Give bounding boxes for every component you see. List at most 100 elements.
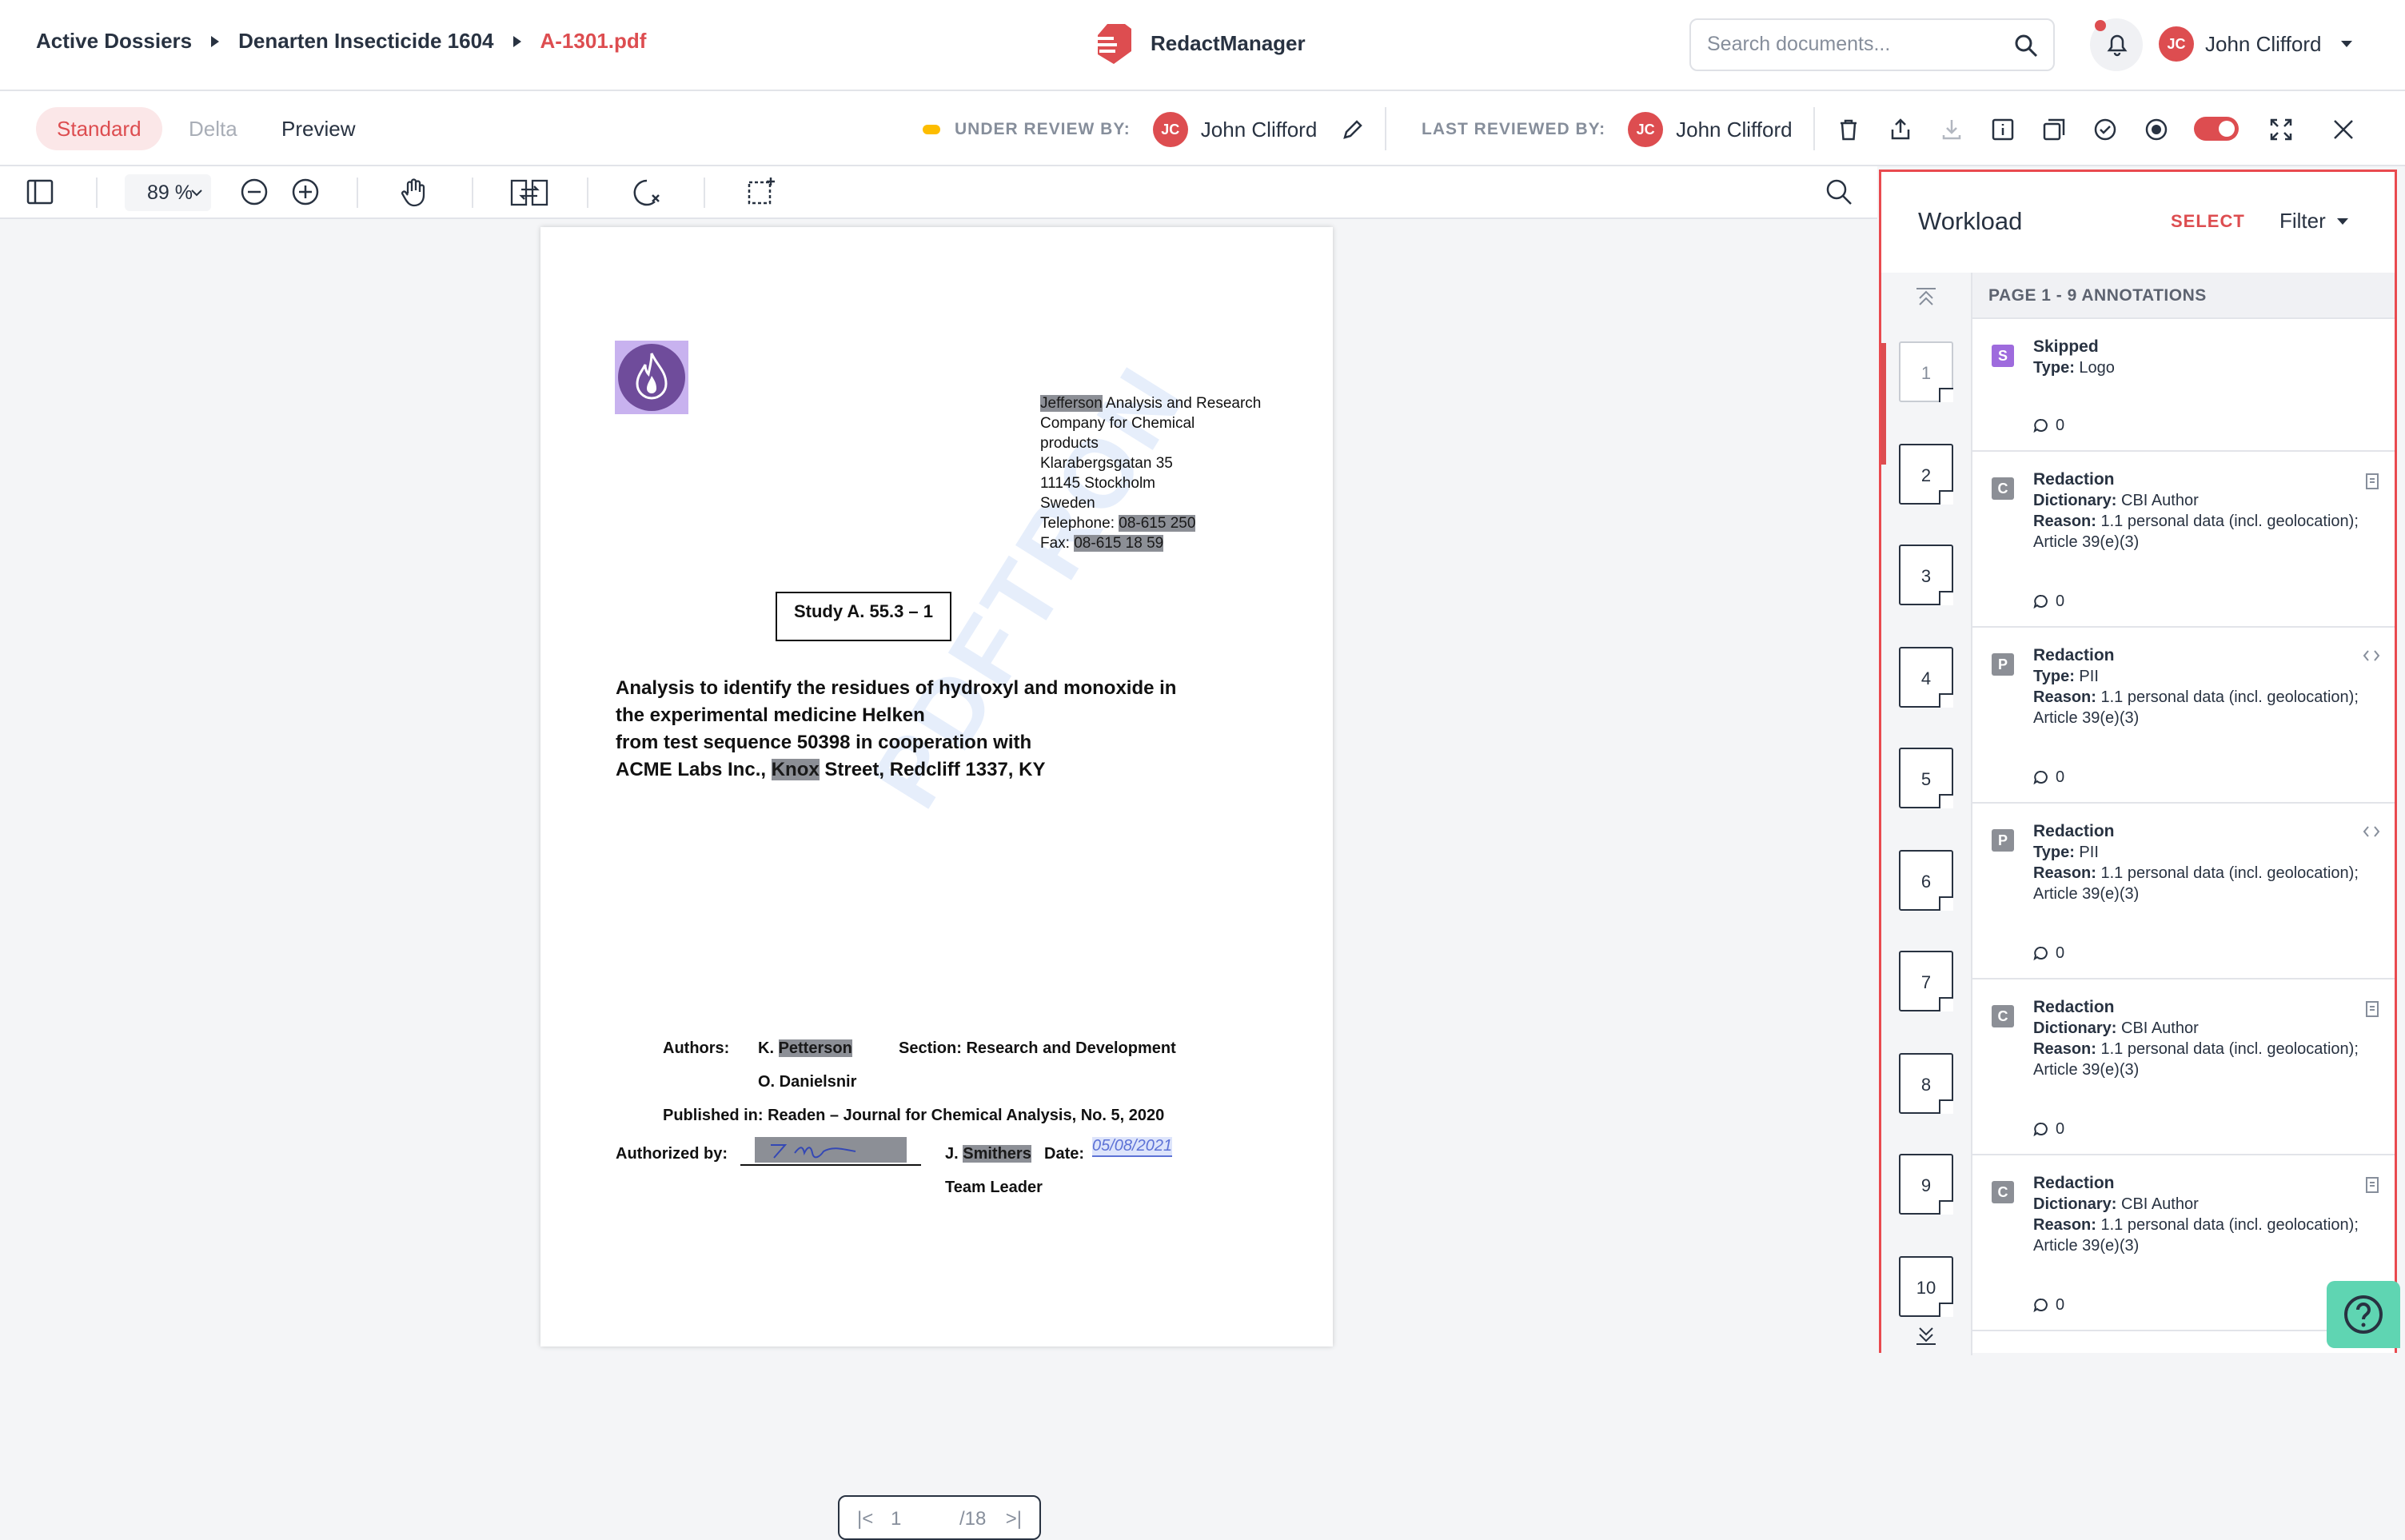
download-icon[interactable] — [1940, 118, 1964, 142]
page-header: PAGE 1 - 9 ANNOTATIONS — [1972, 273, 2395, 319]
author-2: O. Danielsnir — [758, 1073, 857, 1091]
redaction-toggle[interactable] — [2194, 117, 2239, 141]
detail-value: CBI Author — [2116, 1195, 2199, 1213]
last-page-icon[interactable]: >| — [1006, 1508, 1022, 1530]
company-address: Jefferson Analysis and Research Company … — [1040, 393, 1280, 553]
redacted-fax[interactable]: 08-615 18 59 — [1074, 535, 1164, 552]
compare-icon[interactable] — [510, 178, 548, 208]
redacted-author[interactable]: Petterson — [778, 1039, 852, 1057]
page-thumb[interactable]: 1 — [1899, 341, 1953, 402]
area-select-icon[interactable] — [747, 178, 776, 206]
close-icon[interactable] — [2331, 118, 2355, 142]
annotation-card[interactable]: P Redaction Type: PII Reason: 1.1 personal … — [1972, 804, 2395, 979]
redacted-telephone[interactable]: 08-615 250 — [1119, 515, 1196, 532]
document-title: Analysis to identify the residues of hyd… — [616, 675, 1255, 784]
redact-logo-icon — [1093, 24, 1131, 64]
comment-count: 0 — [2056, 1120, 2065, 1138]
annotation-detail: Dictionary: CBI Author — [2033, 1194, 2379, 1215]
scroll-bottom-icon[interactable] — [1915, 1327, 1937, 1346]
fullscreen-icon[interactable] — [2269, 118, 2293, 142]
record-icon[interactable] — [2144, 118, 2168, 142]
signature-icon — [771, 1144, 856, 1159]
info-icon[interactable] — [1991, 118, 2015, 142]
share-icon[interactable] — [1889, 118, 1912, 142]
workload-header: Workload SELECT Filter — [1881, 172, 2395, 273]
page-navigator: |< 1 /18 >| — [838, 1495, 1041, 1540]
sidebar-toggle-icon[interactable] — [26, 178, 54, 206]
pan-hand-icon[interactable] — [400, 178, 429, 208]
page-thumb[interactable]: 9 — [1899, 1154, 1953, 1215]
comments-count[interactable]: 0 — [2033, 591, 2064, 612]
tab-preview[interactable]: Preview — [261, 107, 376, 150]
annotation-card[interactable]: C Redaction Dictionary: CBI Author Reason: … — [1972, 979, 2395, 1155]
comments-count[interactable]: 0 — [2033, 1119, 2064, 1139]
code-icon[interactable] — [2363, 648, 2380, 663]
comments-count[interactable]: 0 — [2033, 415, 2064, 436]
document-icon[interactable] — [2364, 1000, 2380, 1018]
redacted-company-name[interactable]: Jefferson — [1040, 395, 1103, 412]
app-logo[interactable]: RedactManager — [1091, 21, 1306, 66]
breadcrumb-dossiers[interactable]: Active Dossiers — [36, 29, 192, 54]
delete-icon[interactable] — [1837, 118, 1860, 142]
edit-reviewer-icon[interactable] — [1341, 118, 1365, 142]
zoom-out-icon[interactable] — [240, 178, 269, 206]
page-thumb[interactable]: 3 — [1899, 545, 1953, 605]
redacted-signer[interactable]: Smithers — [963, 1145, 1031, 1163]
document-icon[interactable] — [2364, 1176, 2380, 1194]
zoom-select[interactable]: 89 % — [125, 174, 211, 211]
detail-value: CBI Author — [2116, 1019, 2199, 1037]
page-thumb[interactable]: 5 — [1899, 748, 1953, 808]
search-icon[interactable] — [2013, 33, 2039, 58]
search-icon[interactable] — [1825, 178, 1853, 206]
status-pill — [923, 125, 940, 134]
reason-key: Reason: — [2033, 513, 2096, 530]
divider — [704, 178, 705, 208]
code-icon[interactable] — [2363, 824, 2380, 839]
help-button[interactable] — [2327, 1281, 2400, 1348]
filter-dropdown[interactable]: Filter — [2279, 209, 2348, 233]
annotation-card[interactable]: C Redaction Dictionary: CBI Author Reason: … — [1972, 452, 2395, 628]
comment-icon — [2033, 1122, 2048, 1137]
zoom-value: 89 % — [147, 182, 193, 204]
page-thumb[interactable]: 4 — [1899, 647, 1953, 708]
page-thumb[interactable]: 2 — [1899, 444, 1953, 505]
page-thumb[interactable]: 6 — [1899, 850, 1953, 911]
page-thumb[interactable]: 10 — [1899, 1256, 1953, 1317]
redacted-signature[interactable] — [755, 1137, 907, 1163]
clear-annotations-icon[interactable] — [632, 178, 662, 208]
breadcrumb-dossier[interactable]: Denarten Insecticide 1604 — [238, 29, 493, 54]
page-number-input[interactable]: 1 — [891, 1508, 901, 1530]
company-logo[interactable] — [615, 341, 688, 414]
breadcrumb-current-file[interactable]: A-1301.pdf — [540, 29, 647, 54]
select-button[interactable]: SELECT — [2171, 211, 2245, 232]
approve-icon[interactable] — [2093, 118, 2117, 142]
document-viewer[interactable]: PDFTRON Jefferson Analysis and Research … — [0, 219, 1877, 1540]
annotation-card[interactable]: P Redaction Type: PII Reason: 1.1 personal … — [1972, 628, 2395, 804]
layers-icon[interactable] — [2042, 118, 2066, 142]
tab-standard[interactable]: Standard — [36, 107, 162, 150]
user-menu[interactable]: JC John Clifford — [2159, 26, 2352, 62]
comments-count[interactable]: 0 — [2033, 767, 2064, 788]
detail-value: PII — [2074, 668, 2099, 685]
pdf-page[interactable]: PDFTRON Jefferson Analysis and Research … — [540, 227, 1333, 1347]
detail-value: Logo — [2074, 359, 2115, 377]
tab-delta[interactable]: Delta — [168, 107, 258, 150]
first-page-icon[interactable]: |< — [857, 1508, 873, 1530]
handwritten-date[interactable]: 05/08/2021 — [1092, 1137, 1173, 1157]
document-icon[interactable] — [2364, 473, 2380, 490]
page-thumb[interactable]: 8 — [1899, 1053, 1953, 1114]
comments-count[interactable]: 0 — [2033, 1295, 2064, 1315]
date-label: Date: — [1044, 1145, 1085, 1163]
address-line: products — [1040, 435, 1099, 452]
search-input[interactable] — [1707, 33, 2011, 56]
annotation-card[interactable]: S Skipped Type: Logo 0 — [1972, 319, 2395, 452]
published-in: Published in: Readen – Journal for Chemi… — [663, 1107, 1165, 1124]
page-thumb[interactable]: 7 — [1899, 951, 1953, 1011]
zoom-in-icon[interactable] — [291, 178, 320, 206]
redacted-street[interactable]: Knox — [771, 759, 820, 780]
annotation-reason: Reason: 1.1 personal data (incl. geoloca… — [2033, 687, 2379, 728]
scroll-top-icon[interactable] — [1915, 287, 1937, 306]
comments-count[interactable]: 0 — [2033, 943, 2064, 963]
workload-panel: Workload SELECT Filter 1 2 3 4 5 6 7 8 9… — [1879, 170, 2397, 1355]
notifications-button[interactable] — [2090, 18, 2143, 71]
